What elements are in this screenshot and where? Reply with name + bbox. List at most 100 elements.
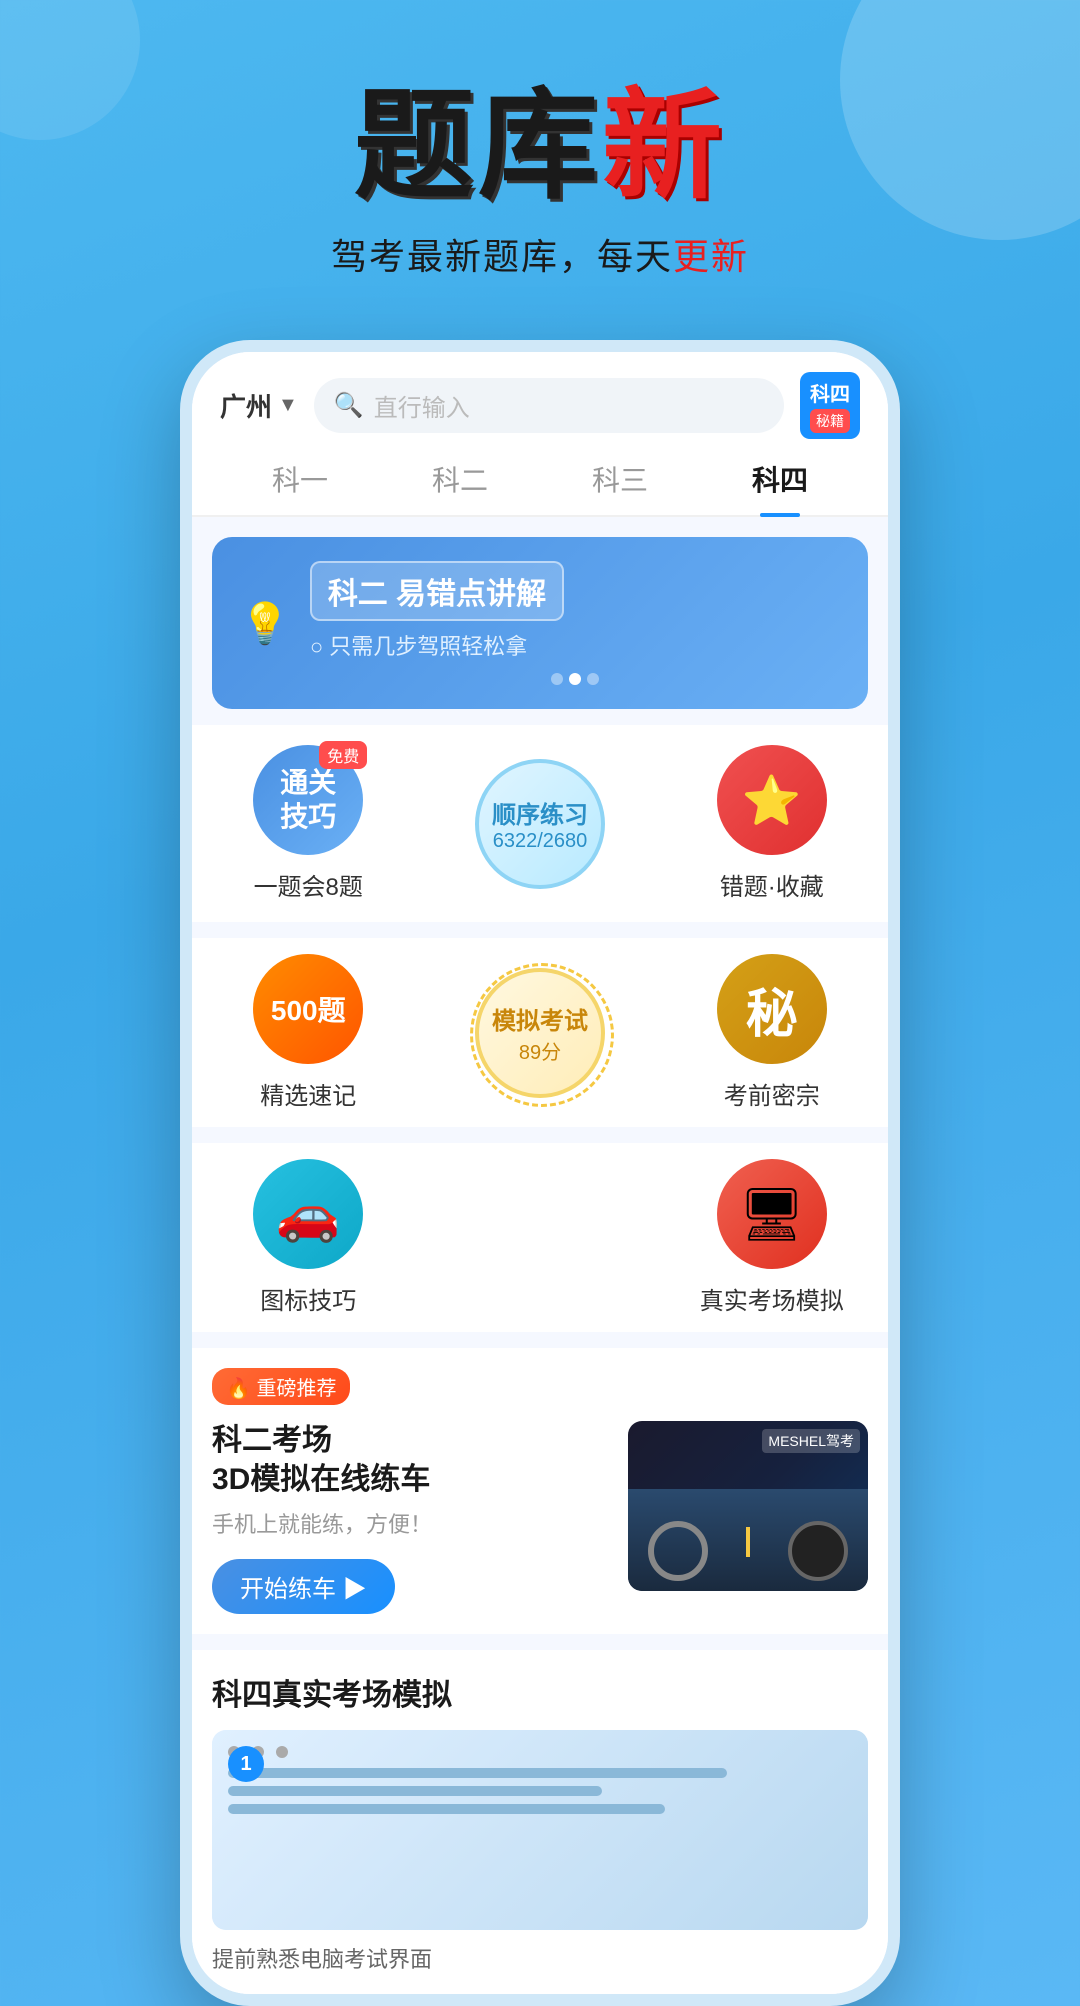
hero-title: 题库新	[0, 80, 1080, 212]
screen-text-lines	[228, 1768, 852, 1814]
banner-subtitle-text: 只需几步驾照轻松拿	[329, 634, 527, 659]
recommend-title-1: 科二考场	[212, 1421, 608, 1460]
moni-title: 模拟考试	[492, 1001, 588, 1036]
recommend-section: 🔥 重磅推荐 科二考场 3D模拟在线练车 手机上就能练，方便！ 开始练车 ▶	[192, 1348, 888, 1634]
label-tubiao: 图标技巧	[260, 1281, 356, 1316]
phone-topbar: 广州 ▼ 🔍 直行输入 科四 秘籍	[192, 352, 888, 439]
hero-subtitle: 驾考最新题库，每天更新	[0, 228, 1080, 280]
icon-tubiao-symbol: 🚗	[276, 1184, 341, 1245]
banner-dot-3	[587, 673, 599, 685]
banner-bulb-icon: 💡	[240, 600, 290, 647]
grid-item-shunxu[interactable]: 顺序练习 6322/2680	[425, 759, 656, 889]
shunxu-title: 顺序练习	[492, 795, 588, 830]
meshel-label: MESHEL驾考	[762, 1429, 860, 1453]
free-badge: 免费	[319, 741, 367, 769]
icon-mi-text: 秘	[746, 972, 798, 1047]
screen-preview: 1	[212, 1730, 868, 1930]
banner[interactable]: 💡 科二 易错点讲解 ○ 只需几步驾照轻松拿	[212, 537, 868, 709]
recommend-tag-text: 🔥 重磅推荐	[226, 1372, 336, 1401]
section-4-desc: 提前熟悉电脑考试界面	[212, 1942, 868, 1974]
tab-ke4[interactable]: 科四	[752, 459, 808, 515]
search-placeholder: 直行输入	[374, 388, 470, 423]
grid-row-2: 500题 精选速记 模拟考试 89分 秘 考前密宗	[192, 938, 888, 1127]
ke4-badge-label: 科四	[810, 378, 850, 407]
recommend-image: MESHEL驾考	[628, 1421, 868, 1591]
grid-item-realexam[interactable]: 🖥 真实考场模拟	[676, 1159, 869, 1316]
recommend-btn-text: 开始练车 ▶	[240, 1569, 367, 1604]
label-500: 精选速记	[260, 1076, 356, 1111]
hero-subtitle-text: 驾考最新题库，每天	[331, 236, 673, 277]
screen-dot-3	[276, 1746, 288, 1758]
hero-title-black: 题库	[354, 79, 602, 213]
tab-bar: 科一 科二 科三 科四	[192, 439, 888, 517]
grid-item-tubiao[interactable]: 🚗 图标技巧	[212, 1159, 405, 1316]
screen-line-1	[228, 1768, 727, 1778]
error-icon-symbol: ⭐	[742, 772, 802, 829]
label-realexam: 真实考场模拟	[700, 1281, 844, 1316]
banner-dot-2	[569, 673, 581, 685]
label-mi: 考前密宗	[724, 1076, 820, 1111]
icon-monitor: 🖥	[717, 1159, 827, 1269]
search-icon: 🔍	[334, 391, 364, 420]
hero-title-red: 新	[602, 79, 726, 213]
screen-line-3	[228, 1804, 665, 1814]
banner-content: 科二 易错点讲解 ○ 只需几步驾照轻松拿	[310, 561, 840, 685]
banner-subtitle-dot: ○	[310, 634, 329, 659]
steering-wheel-icon	[648, 1521, 708, 1581]
section-4: 科四真实考场模拟 1	[192, 1650, 888, 1994]
screen-line-2	[228, 1786, 602, 1796]
screen-top-bar	[228, 1746, 852, 1758]
recommend-subtitle: 手机上就能练，方便！	[212, 1507, 608, 1539]
recommend-title-2: 3D模拟在线练车	[212, 1460, 608, 1499]
grid-item-500[interactable]: 500题 精选速记	[212, 954, 405, 1111]
step-number: 1	[228, 1746, 264, 1782]
car-dashboard: MESHEL驾考	[628, 1421, 868, 1591]
hero-section: 题库新 驾考最新题库，每天更新	[0, 0, 1080, 320]
grid-row-3: 🚗 图标技巧 🖥 真实考场模拟	[192, 1143, 888, 1332]
ke4-badge-sub: 秘籍	[810, 409, 850, 433]
tonguan-icon-text: 通关技巧	[280, 766, 336, 833]
tab-ke2[interactable]: 科二	[432, 459, 488, 515]
recommend-content: 科二考场 3D模拟在线练车 手机上就能练，方便！ 开始练车 ▶ MESHEL驾考	[212, 1421, 868, 1614]
tonguan-label: 一题会8题	[254, 867, 363, 902]
phone-wrapper: 广州 ▼ 🔍 直行输入 科四 秘籍 科一 科二	[0, 340, 1080, 2006]
tonguan-icon: 通关技巧 免费	[253, 745, 363, 855]
tab-ke3[interactable]: 科三	[592, 459, 648, 515]
recommend-text-block: 科二考场 3D模拟在线练车 手机上就能练，方便！ 开始练车 ▶	[212, 1421, 608, 1614]
grid-row-1: 通关技巧 免费 一题会8题 顺序练习 6322/2680 ⭐	[192, 725, 888, 922]
banner-dots	[310, 673, 840, 685]
icon-tubiao: 🚗	[253, 1159, 363, 1269]
shunxu-circle: 顺序练习 6322/2680	[475, 759, 605, 889]
hero-subtitle-red: 更新	[673, 236, 749, 277]
moni-circle: 模拟考试 89分	[475, 968, 605, 1098]
dashboard-road-lines	[746, 1527, 750, 1557]
icon-mi: 秘	[717, 954, 827, 1064]
error-label: 错题·收藏	[720, 867, 824, 902]
section-4-title: 科四真实考场模拟	[212, 1670, 868, 1714]
speedometer-icon	[788, 1521, 848, 1581]
ke4-badge[interactable]: 科四 秘籍	[800, 372, 860, 439]
recommend-tag: 🔥 重磅推荐	[212, 1368, 350, 1405]
city-name: 广州	[220, 387, 272, 424]
city-selector[interactable]: 广州 ▼	[220, 387, 298, 424]
search-bar[interactable]: 🔍 直行输入	[314, 378, 784, 433]
banner-dot-1	[551, 673, 563, 685]
tab-ke1[interactable]: 科一	[272, 459, 328, 515]
grid-item-tonguan[interactable]: 通关技巧 免费 一题会8题	[212, 745, 405, 902]
icon-500-text: 500题	[271, 989, 346, 1029]
grid-item-error[interactable]: ⭐ 错题·收藏	[676, 745, 869, 902]
city-dropdown-icon: ▼	[278, 394, 298, 417]
error-icon: ⭐	[717, 745, 827, 855]
moni-score: 89分	[519, 1036, 561, 1065]
icon-monitor-symbol: 🖥	[739, 1184, 805, 1245]
section-4-image: 1	[212, 1730, 868, 1930]
icon-500: 500题	[253, 954, 363, 1064]
phone-inner: 广州 ▼ 🔍 直行输入 科四 秘籍 科一 科二	[192, 352, 888, 1994]
banner-title: 科二 易错点讲解	[310, 561, 564, 621]
recommend-start-button[interactable]: 开始练车 ▶	[212, 1559, 395, 1614]
grid-item-moni[interactable]: 模拟考试 89分	[425, 968, 656, 1098]
shunxu-count: 6322/2680	[493, 830, 588, 853]
grid-item-mi[interactable]: 秘 考前密宗	[676, 954, 869, 1111]
phone-mockup: 广州 ▼ 🔍 直行输入 科四 秘籍 科一 科二	[180, 340, 900, 2006]
banner-subtitle: ○ 只需几步驾照轻松拿	[310, 629, 840, 661]
